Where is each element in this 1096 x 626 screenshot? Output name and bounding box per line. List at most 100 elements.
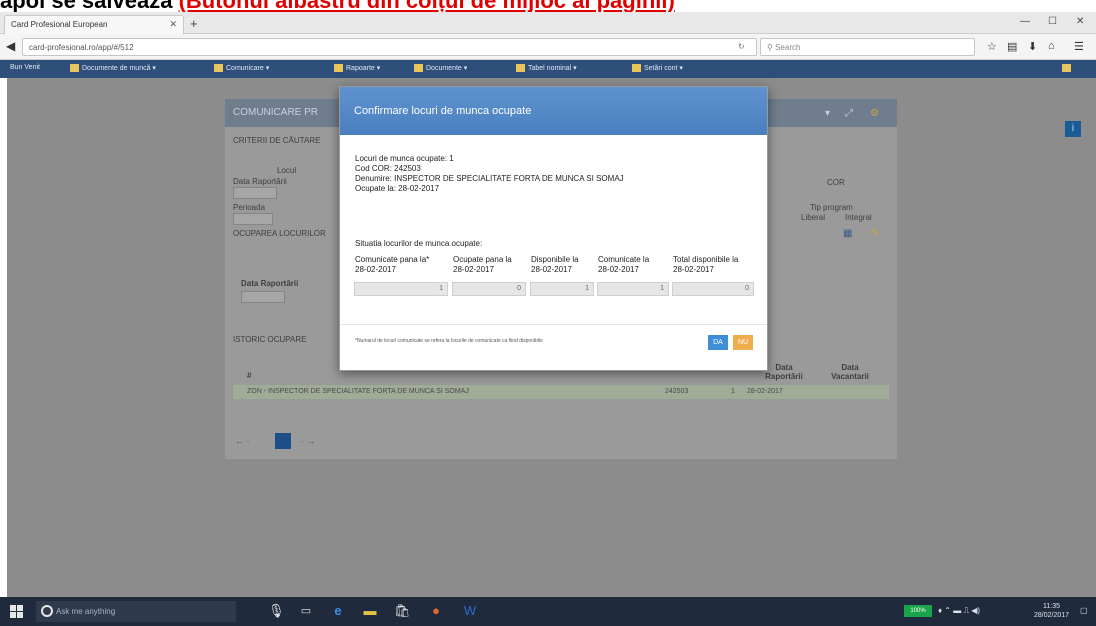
store-icon[interactable]: 🛍 <box>394 603 411 619</box>
browser-nav-bar: ◀ card-profesional.ro/app/#/512 ↻ ⚲ Sear… <box>0 34 1096 60</box>
comunicate-pana-la-field[interactable]: 1 <box>354 282 448 296</box>
menu-item-comunicare[interactable]: Comunicare ▾ <box>210 63 273 75</box>
expand-icon[interactable]: ⤢ <box>845 108 853 119</box>
data-raportarii-input[interactable] <box>233 187 277 199</box>
edit-icon[interactable]: ✎ <box>871 228 879 239</box>
data-raportarii-label-2: Data Raportării <box>241 279 299 288</box>
data-raportarii-input-2[interactable] <box>241 291 285 303</box>
microphone-icon[interactable]: 🎙 <box>268 603 285 619</box>
disponibile-la-field[interactable]: 1 <box>530 282 594 296</box>
collapse-icon[interactable]: ▾ <box>825 108 830 119</box>
home-icon[interactable]: ⌂ <box>1048 40 1055 52</box>
menu-item-home[interactable]: Bun Venit <box>6 63 44 75</box>
dialog-title: Confirmare locuri de munca ocupate <box>354 105 532 117</box>
menu-item-documente-munca[interactable]: Documente de muncă ▾ <box>66 63 160 75</box>
dialog-info: Locuri de munca ocupate: 1 Cod COR: 2425… <box>355 154 624 194</box>
minimize-icon[interactable]: — <box>1020 16 1030 27</box>
calendar-icon[interactable]: ▦ <box>843 228 852 239</box>
cortana-icon <box>41 605 53 617</box>
liberal-label: Liberal <box>801 213 826 222</box>
info-cod-cor: Cod COR: 242503 <box>355 164 421 173</box>
table-icon <box>516 64 525 73</box>
folder-icon <box>334 64 343 73</box>
task-view-icon[interactable]: ▭ <box>298 603 314 619</box>
app-menu-bar: Bun Venit Documente de muncă ▾ Comunicar… <box>0 60 1096 78</box>
locul-label: Locul <box>277 166 297 175</box>
menu-item-documente[interactable]: Documente ▾ <box>410 63 471 75</box>
notifications-icon[interactable]: ▢ <box>1080 606 1088 615</box>
pager-page-1[interactable] <box>275 433 291 449</box>
col-ocupate-pana-la: Ocupate pana la 28-02-2017 <box>453 255 512 274</box>
reload-icon[interactable]: ↻ <box>738 42 745 51</box>
url-bar[interactable]: card-profesional.ro/app/#/512 <box>22 38 757 56</box>
perioada-label: Perioada <box>233 203 266 212</box>
windows-taskbar: Ask me anything 🎙 ▭ e ▬ 🛍 ● W 100% ♦ ⌃ ▬… <box>0 597 1096 626</box>
info-locuri: Locuri de munca ocupate: 1 <box>355 154 454 163</box>
menu-item-setari-cont[interactable]: Setări cont ▾ <box>628 63 687 75</box>
info-button[interactable]: i <box>1065 121 1081 137</box>
col-disponibile-la: Disponibile la 28-02-2017 <box>531 255 579 274</box>
maximize-icon[interactable]: ☐ <box>1048 16 1057 27</box>
nu-button[interactable]: NU <box>733 335 753 350</box>
settings-icon[interactable]: ⚙ <box>870 108 879 119</box>
battery-indicator[interactable]: 100% <box>904 605 932 617</box>
browser-tab-strip: Card Profesional European ✕ + — ☐ ✕ <box>0 12 1096 34</box>
ocupate-pana-la-field[interactable]: 0 <box>452 282 526 296</box>
data-raportarii-label: Data Raportării <box>233 177 287 186</box>
cortana-search[interactable]: Ask me anything <box>36 601 236 622</box>
col-comunicate-pana-la: Comunicate pana la* 28-02-2017 <box>355 255 430 274</box>
tip-program-label: Tip program <box>810 203 853 212</box>
dialog-footnote: *Numarul de locuri comunicate se refera … <box>355 338 543 344</box>
instruction-caption: apoi se salvează (Butonul albastru din c… <box>0 0 1096 12</box>
info-ocupate-la: Ocupate la: 28-02-2017 <box>355 184 440 193</box>
cor-label: COR <box>827 178 845 187</box>
close-window-icon[interactable]: ✕ <box>1076 16 1084 27</box>
col-hash: # <box>247 371 252 380</box>
col-data-vacantarii: Data Vacantarii <box>831 363 869 381</box>
folder-icon <box>414 64 423 73</box>
menu-item-tabel-nominal[interactable]: Tabel nominal ▾ <box>512 63 581 75</box>
pager-prev[interactable]: ← · <box>235 436 250 446</box>
da-button[interactable]: DA <box>708 335 728 350</box>
back-arrow-icon[interactable]: ◀ <box>6 39 15 53</box>
caption-red-text: (Butonul albastru din colțul de mijloc a… <box>179 0 675 12</box>
exit-icon <box>1062 64 1071 72</box>
reading-list-icon[interactable]: ▤ <box>1007 40 1017 53</box>
folder-icon <box>214 64 223 73</box>
edge-icon[interactable]: e <box>330 603 346 619</box>
clock-date: 28/02/2017 <box>1034 612 1070 619</box>
pager-next[interactable]: · → <box>301 436 316 446</box>
close-tab-icon[interactable]: ✕ <box>169 19 177 30</box>
row-count: 1 <box>731 388 735 395</box>
tray-icons[interactable]: ♦ ⌃ ▬ ⎍ ◀) <box>938 606 980 616</box>
clock[interactable]: 11:35 28/02/2017 <box>1034 602 1069 620</box>
col-comunicate-la: Comunicate la 28-02-2017 <box>598 255 650 274</box>
col-total-disponibile-la: Total disponibile la 28-02-2017 <box>673 255 739 274</box>
table-row[interactable]: ZON - INSPECTOR DE SPECIALITATE FORTA DE… <box>233 385 889 399</box>
browser-tab[interactable]: Card Profesional European ✕ <box>4 15 184 34</box>
total-disponibile-la-field[interactable]: 0 <box>672 282 754 296</box>
comunicate-la-field[interactable]: 1 <box>597 282 669 296</box>
info-denumire: Denumire: INSPECTOR DE SPECIALITATE FORT… <box>355 174 624 183</box>
new-tab-icon[interactable]: + <box>190 16 198 31</box>
word-icon[interactable]: W <box>462 603 478 619</box>
firefox-icon[interactable]: ● <box>428 603 444 619</box>
ocuparea-heading: OCUPAREA LOCURILOR <box>233 229 326 238</box>
logout-icon[interactable] <box>1058 63 1078 75</box>
istoric-heading: ISTORIC OCUPARE <box>233 335 307 344</box>
download-icon[interactable]: ⬇ <box>1028 40 1037 53</box>
star-icon[interactable]: ☆ <box>987 40 997 53</box>
menu-item-rapoarte[interactable]: Rapoarte ▾ <box>330 63 384 75</box>
file-explorer-icon[interactable]: ▬ <box>362 603 378 619</box>
perioada-select[interactable] <box>233 213 273 225</box>
panel-title: COMUNICARE PR <box>233 107 319 118</box>
confirm-dialog: Confirmare locuri de munca ocupate Locur… <box>339 86 768 371</box>
windows-start-icon[interactable] <box>10 605 23 618</box>
menu-icon[interactable]: ☰ <box>1074 40 1084 53</box>
user-icon <box>632 64 641 73</box>
row-text: ZON - INSPECTOR DE SPECIALITATE FORTA DE… <box>247 388 469 395</box>
folder-icon <box>70 64 79 73</box>
row-code: 242503 <box>665 388 689 395</box>
browser-search-input[interactable]: ⚲ Search <box>760 38 975 56</box>
search-placeholder: Search <box>775 43 801 52</box>
